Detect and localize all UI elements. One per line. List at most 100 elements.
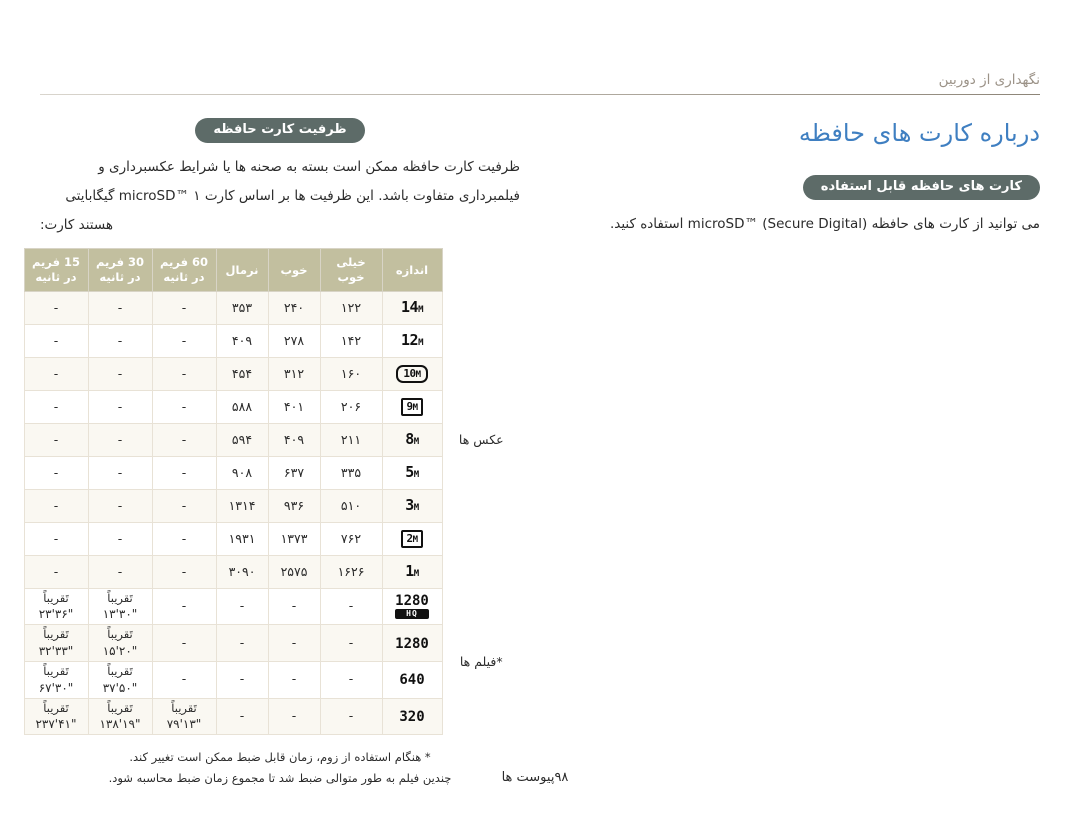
cell-fps60: - [151,356,217,391]
page-footer-label: پیوست ها [501,770,555,785]
size-cell: 12M [381,323,443,358]
cell-super-fine: - [319,697,383,736]
capacity-badge-row: ظرفیت کارت حافظه [40,118,520,144]
cell-fps15: - [23,521,89,556]
cell-fps30: - [87,323,153,358]
size-cell: 640 [381,661,443,699]
running-head-text: نگهداری از دوربین [938,72,1040,88]
duration-value: ۶۷'۳۰" [38,680,74,695]
cell-fine: ۹۳۶ [267,488,321,523]
cell-fps15: - [23,323,89,358]
th-fps60: 60 فریم در ثانیه [151,248,217,292]
size-chip-video: 320 [399,709,425,726]
capacity-badge: ظرفیت کارت حافظه [195,118,365,144]
cell-fps15: - [23,290,89,325]
th-size: اندازه [381,248,443,292]
capacity-table-wrapper: اندازه خیلی خوب خوب نرمال 60 فریم در ثان… [23,248,520,736]
cell-normal: - [215,624,269,663]
cell-super-fine: ۱۶۰ [319,356,383,391]
cell-fps60: - [151,587,217,626]
cell-fine: ۲۴۰ [267,290,321,325]
cell-fps30: - [87,389,153,424]
usable-cards-badge: کارت های حافظه قابل استفاده [802,175,1040,201]
duration-value: ۱۳'۳۰" [102,607,138,622]
running-head: نگهداری از دوربین [40,72,1040,95]
approx-label: تَقریباً [171,700,197,715]
cell-normal: ۱۹۳۱ [215,521,269,556]
th-super-fine: خیلی خوب [319,248,383,292]
cell-fps15: - [23,455,89,490]
cell-normal: ۳۵۳ [215,290,269,325]
capacity-table-body: عکس ها 14M ۱۲۲ ۲۴۰ ۳۵۳- - -12M ۱۴۲ ۲۷۸ ۴۰۹- - -10M ۱… [23,290,520,736]
size-chip-boxed: 9M [401,397,423,416]
cell-fps15: تَقریباً ۲۳'۳۶" [23,587,89,626]
th-fps30: 30 فریم در ثانیه [87,248,153,292]
cell-normal: - [215,697,269,736]
cell-normal: ۵۹۴ [215,422,269,457]
cell-super-fine: ۵۱۰ [319,488,383,523]
cell-super-fine: ۱۴۲ [319,323,383,358]
cell-fps60: - [151,389,217,424]
cell-fps60: - [151,422,217,457]
duration-value: ۲۳۷'۴۱" [35,717,77,732]
cell-fps60: - [151,661,217,699]
cell-super-fine: ۳۳۵ [319,455,383,490]
approx-label: تَقریباً [43,664,69,679]
cell-normal: ۳۰۹۰ [215,554,269,589]
cell-normal: ۴۵۴ [215,356,269,391]
page-title: درباره کارت های حافظه [798,119,1040,147]
table-row: عکس ها 14M ۱۲۲ ۲۴۰ ۳۵۳- - - [23,290,520,589]
approx-label: تَقریباً [43,627,69,642]
cell-fps30: تَقریباً ۳۷'۵۰" [87,661,153,699]
duration-value: ۱۵'۲۰" [102,643,138,658]
cell-super-fine: - [319,661,383,699]
size-chip-hq: 1280 HQ [395,593,429,620]
cell-fine: ۱۳۷۳ [267,521,321,556]
th-group-spacer [442,248,520,292]
cell-fps15: - [23,554,89,589]
size-chip: 14M [401,298,423,317]
cell-super-fine: ۱۲۲ [319,290,383,325]
group-label-videos: *فیلم ها [442,588,520,735]
usable-cards-paragraph: می توانید از کارت های حافظه microSD™ (Se… [609,216,1040,233]
cell-super-fine: - [319,624,383,663]
cell-fps15: - [23,356,89,391]
duration-value: ۱۳۸'۱۹" [99,717,141,732]
capacity-paragraph-line2: فیلمبرداری متفاوت باشد. این ظرفیت ها بر … [65,188,520,205]
cell-fps60: تَقریباً ۷۹'۱۳" [151,697,217,736]
usable-cards-badge-row: کارت های حافظه قابل استفاده [565,175,1040,201]
size-chip: 12M [401,331,423,350]
approx-label: تَقریباً [43,590,69,605]
capacity-paragraph-line3: هستند کارت: [40,217,114,234]
size-chip-video: 640 [399,672,425,689]
table-header-row: اندازه خیلی خوب خوب نرمال 60 فریم در ثان… [23,248,520,292]
th-normal: نرمال [215,248,269,292]
cell-fps15: تَقریباً ۳۲'۳۳" [23,624,89,663]
footnote-1: * هنگام استفاده از زوم، زمان قابل ضبط مم… [129,750,431,765]
cell-normal: - [215,661,269,699]
duration-value: ۲۳'۳۶" [38,607,74,622]
cell-fps15: تَقریباً ۶۷'۳۰" [23,661,89,699]
cell-normal: ۵۸۸ [215,389,269,424]
cell-fps30: - [87,554,153,589]
left-column: ظرفیت کارت حافظه ظرفیت کارت حافظه ممکن ا… [23,118,520,788]
cell-fine: ۲۵۷۵ [267,554,321,589]
approx-label: تَقریباً [43,700,69,715]
cell-fps60: - [151,521,217,556]
size-chip-video: 1280 [395,635,429,652]
cell-normal: ۱۳۱۴ [215,488,269,523]
size-cell: 5M [381,455,443,490]
group-label-photos: عکس ها [442,291,520,589]
cell-fine: - [267,697,321,736]
size-chip: 3M [405,496,419,515]
size-cell: 3M [381,488,443,523]
cell-super-fine: ۲۱۱ [319,422,383,457]
capacity-paragraph-line1: ظرفیت کارت حافظه ممکن است بسته به صحنه ه… [98,159,520,176]
cell-fine: ۶۳۷ [267,455,321,490]
duration-value: ۳۲'۳۳" [38,643,74,658]
cell-fps30: - [87,290,153,325]
size-cell: 1M [381,554,443,589]
cell-fine: ۴۰۹ [267,422,321,457]
cell-fps60: - [151,554,217,589]
cell-super-fine: ۷۶۲ [319,521,383,556]
